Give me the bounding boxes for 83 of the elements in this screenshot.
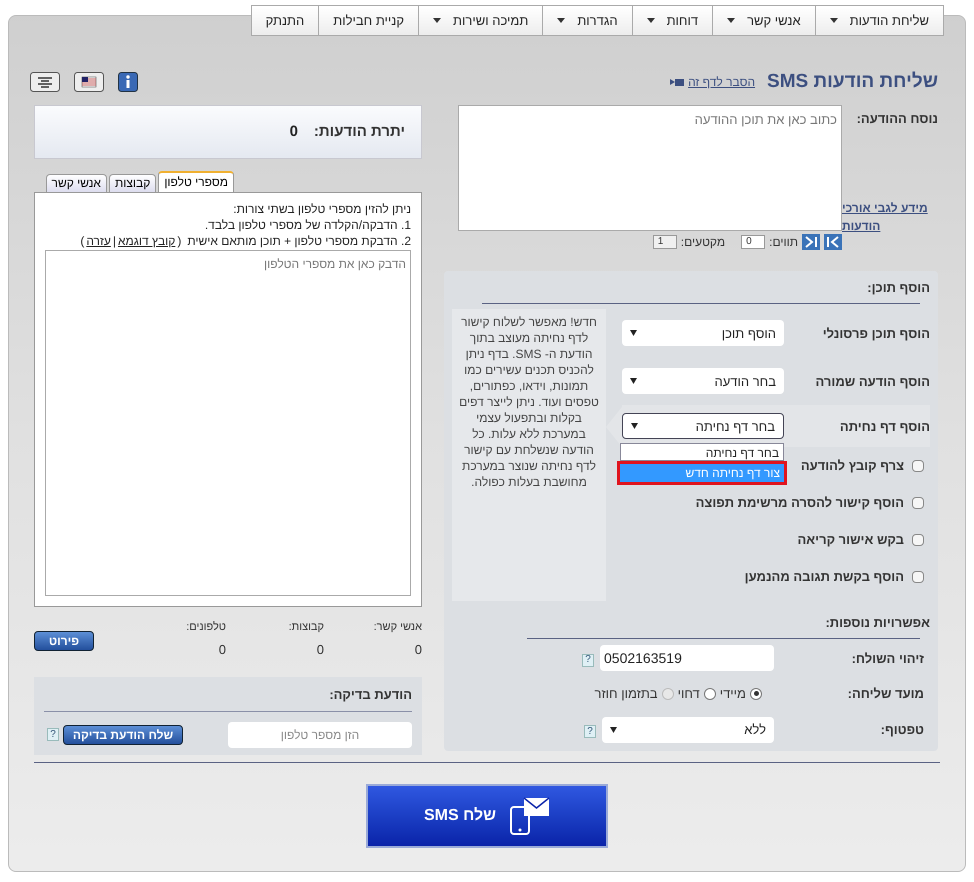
menu-tab[interactable]: אנשי קשר — [712, 5, 815, 36]
radio-button[interactable] — [750, 688, 762, 700]
segments-count: 1 — [652, 235, 677, 249]
radio-label: מיידי — [720, 685, 746, 704]
dropdown-arrow-icon — [610, 726, 617, 733]
checkbox-label: צרף קובץ להודעה — [800, 457, 904, 476]
checkbox-label: הוסף קישור להסרה מרשימת תפוצה — [696, 494, 904, 512]
count-value: 0 — [218, 640, 226, 658]
rtl-icon[interactable] — [824, 234, 842, 250]
chars-label: תווים: — [769, 234, 798, 251]
checkbox[interactable] — [912, 496, 924, 509]
instructions-text: 1. הדבקה/הקלדה של מספרי טלפון בלבד. — [204, 217, 411, 233]
help-button[interactable]: ? — [47, 728, 59, 741]
send-sms-button[interactable]: שלח SMS — [366, 784, 608, 848]
count-label: טלפונים: — [186, 620, 226, 635]
menu-tab[interactable]: דוחות — [632, 5, 712, 36]
checkbox[interactable] — [912, 460, 924, 472]
checkbox-label: בקש אישור קריאה — [798, 531, 904, 550]
menu-tab[interactable]: הגדרות — [542, 5, 632, 36]
page-title: שליחת הודעות SMS — [767, 70, 938, 94]
align-center-icon[interactable] — [30, 72, 60, 92]
field-label: הוסף הודעה שמורה — [816, 372, 930, 391]
dropdown-option[interactable]: בחר דף נחיתה — [620, 443, 784, 462]
radio-label: בתזמון חוזר — [594, 685, 658, 704]
section-title: הוסף תוכן: — [866, 279, 930, 297]
count-label: קבוצות: — [288, 620, 324, 635]
phone-numbers-field[interactable]: הדבק כאן את מספרי הטלפון — [45, 250, 411, 596]
field-label: זיהוי השולח: — [850, 650, 924, 668]
message-label: נוסח ההודעה: — [856, 110, 938, 128]
field-label: טפטוף: — [880, 720, 924, 739]
checkbox-label: הוסף בקשת תגובה מהנמען — [744, 568, 904, 586]
dropdown-arrow-icon — [630, 330, 637, 336]
flag-icon[interactable] — [74, 72, 104, 92]
menu-tab[interactable]: התנתק — [250, 5, 318, 36]
menu-tab[interactable]: שליחת הודעות — [814, 5, 944, 36]
ltr-icon[interactable] — [802, 234, 820, 250]
landing-info-text: חדש! מאפשר לשלוח קישור לדף נחיתה מעוצב בתוך הודעת ה- SMS. בדף ניתן להכניס תכנים עשירים כמו תמונות, וידאו, כפתורים, טפסים ועוד. ניתן לייצר דפים בקלות ובתפעול עצמי במערכת ללא עלות. כל הודעה שנשלחת עם קישור לדף נחיתה שנוצר במערכת מחושבת בעלות כפולה. — [458, 314, 600, 490]
info-icon[interactable] — [118, 72, 138, 92]
tab[interactable]: קבוצות — [108, 174, 156, 192]
chars-count: 0 — [741, 235, 766, 249]
punctuation-text: ( — [176, 233, 182, 249]
count-value: 0 — [414, 640, 422, 658]
dropdown-arrow-icon — [630, 378, 637, 384]
section-title: אפשרויות נוספות: — [824, 614, 930, 632]
radio-label: דחוי — [678, 685, 700, 704]
tab[interactable]: מספרי טלפון — [158, 171, 234, 192]
dropdown[interactable]: הוסף תוכן — [622, 320, 784, 346]
help-link[interactable]: עזרה — [86, 233, 111, 249]
radio-button[interactable] — [704, 688, 716, 700]
field-label: הוסף תוכן פרסונלי — [822, 324, 930, 343]
dropdown[interactable]: בחר דף נחיתה — [622, 413, 784, 440]
video-icon — [670, 77, 684, 87]
send-test-button[interactable]: שלח הודעת בדיקה — [63, 724, 183, 744]
help-button[interactable]: ? — [584, 725, 596, 738]
count-value: 0 — [316, 640, 324, 658]
dropdown[interactable]: בחר הודעה — [622, 368, 784, 394]
checkbox[interactable] — [912, 570, 924, 583]
help-link[interactable]: קובץ דוגמא — [118, 233, 176, 249]
test-phone-field[interactable]: הזן מספר טלפון — [228, 722, 412, 748]
segments-label: מקטעים: — [680, 234, 726, 251]
field-label: מועד שליחה: — [846, 685, 924, 704]
instructions-text: ניתן להזין מספרי טלפון בשתי צורות: — [232, 201, 411, 217]
dropdown-arrow-icon — [631, 423, 638, 430]
punctuation-text: ) — [79, 233, 86, 249]
checkbox[interactable] — [912, 534, 924, 546]
credit-value: 0 — [290, 122, 298, 142]
count-label: אנשי קשר: — [374, 620, 422, 635]
message-length-link[interactable]: מידע לגבי אורכי הודעות — [842, 199, 938, 235]
field-label: הוסף דף נחיתה — [840, 418, 930, 436]
punctuation-text: | — [112, 233, 117, 249]
menu-tab[interactable]: קניית חבילות — [318, 5, 418, 36]
instructions-text: 2. הדבקת מספרי טלפון + תוכן מותאם אישית — [187, 233, 411, 249]
menu-tab[interactable]: תמיכה ושירות — [418, 5, 542, 36]
tab[interactable]: אנשי קשר — [46, 174, 107, 192]
dropdown[interactable]: ללא — [602, 716, 774, 743]
credit-label: יתרת הודעות: — [314, 122, 405, 142]
help-link[interactable]: הסבר לדף זה — [670, 73, 756, 91]
sender-field[interactable]: 0502163519 — [600, 645, 774, 672]
help-button[interactable]: ? — [582, 654, 594, 667]
phone-envelope-icon — [508, 797, 550, 835]
details-button[interactable]: פירוט — [34, 631, 94, 651]
section-title: הודעת בדיקה: — [328, 686, 412, 704]
message-field[interactable]: כתוב כאן את תוכן ההודעה — [458, 105, 842, 231]
